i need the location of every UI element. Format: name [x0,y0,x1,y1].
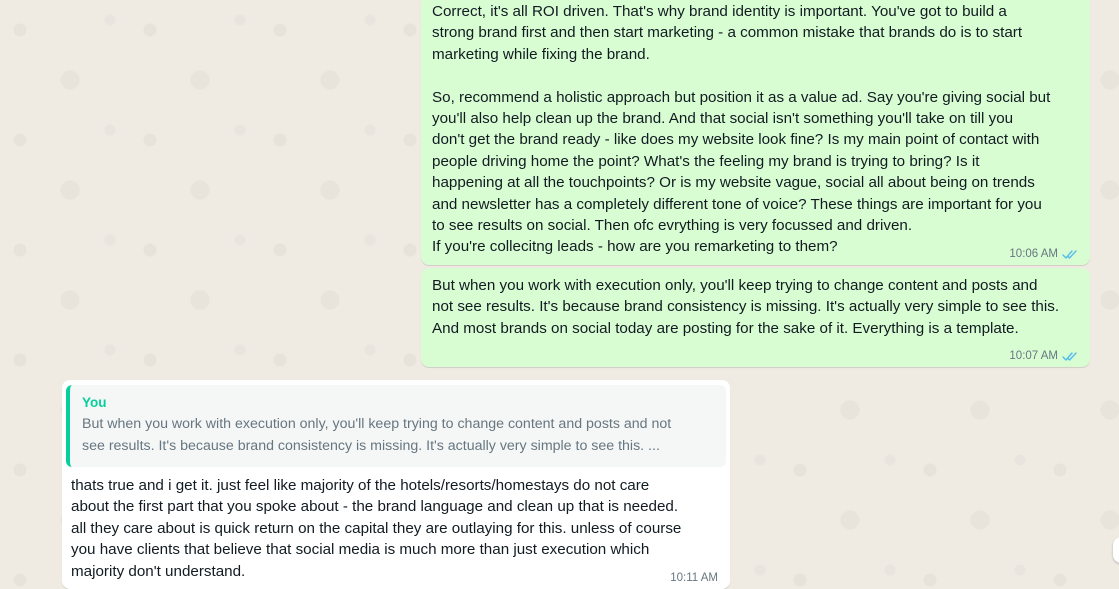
quoted-author: You [82,395,107,410]
message-text: But when you work with execution only, y… [432,277,1060,337]
message-time: 10:07 AM [1009,350,1058,362]
outgoing-message[interactable]: Correct, it's all ROI driven. That's why… [421,0,1090,265]
message-meta: 10:06 AM [1009,247,1078,262]
message-time: 10:11 AM [670,572,718,584]
outgoing-message[interactable]: But when you work with execution only, y… [421,268,1090,367]
message-meta: 10:11 AM [670,571,718,586]
message-time: 10:06 AM [1009,248,1058,260]
message-meta: 10:07 AM [1009,349,1078,364]
double-check-icon [1062,249,1078,260]
incoming-message[interactable]: You But when you work with execution onl… [62,380,730,589]
scroll-down-button[interactable] [1113,537,1119,563]
double-check-icon [1062,351,1078,362]
quoted-message[interactable]: You But when you work with execution onl… [66,385,726,467]
quoted-text: But when you work with execution only, y… [82,416,672,454]
message-text: Correct, it's all ROI driven. That's why… [432,3,1051,256]
message-text: thats true and i get it. just feel like … [71,477,682,580]
